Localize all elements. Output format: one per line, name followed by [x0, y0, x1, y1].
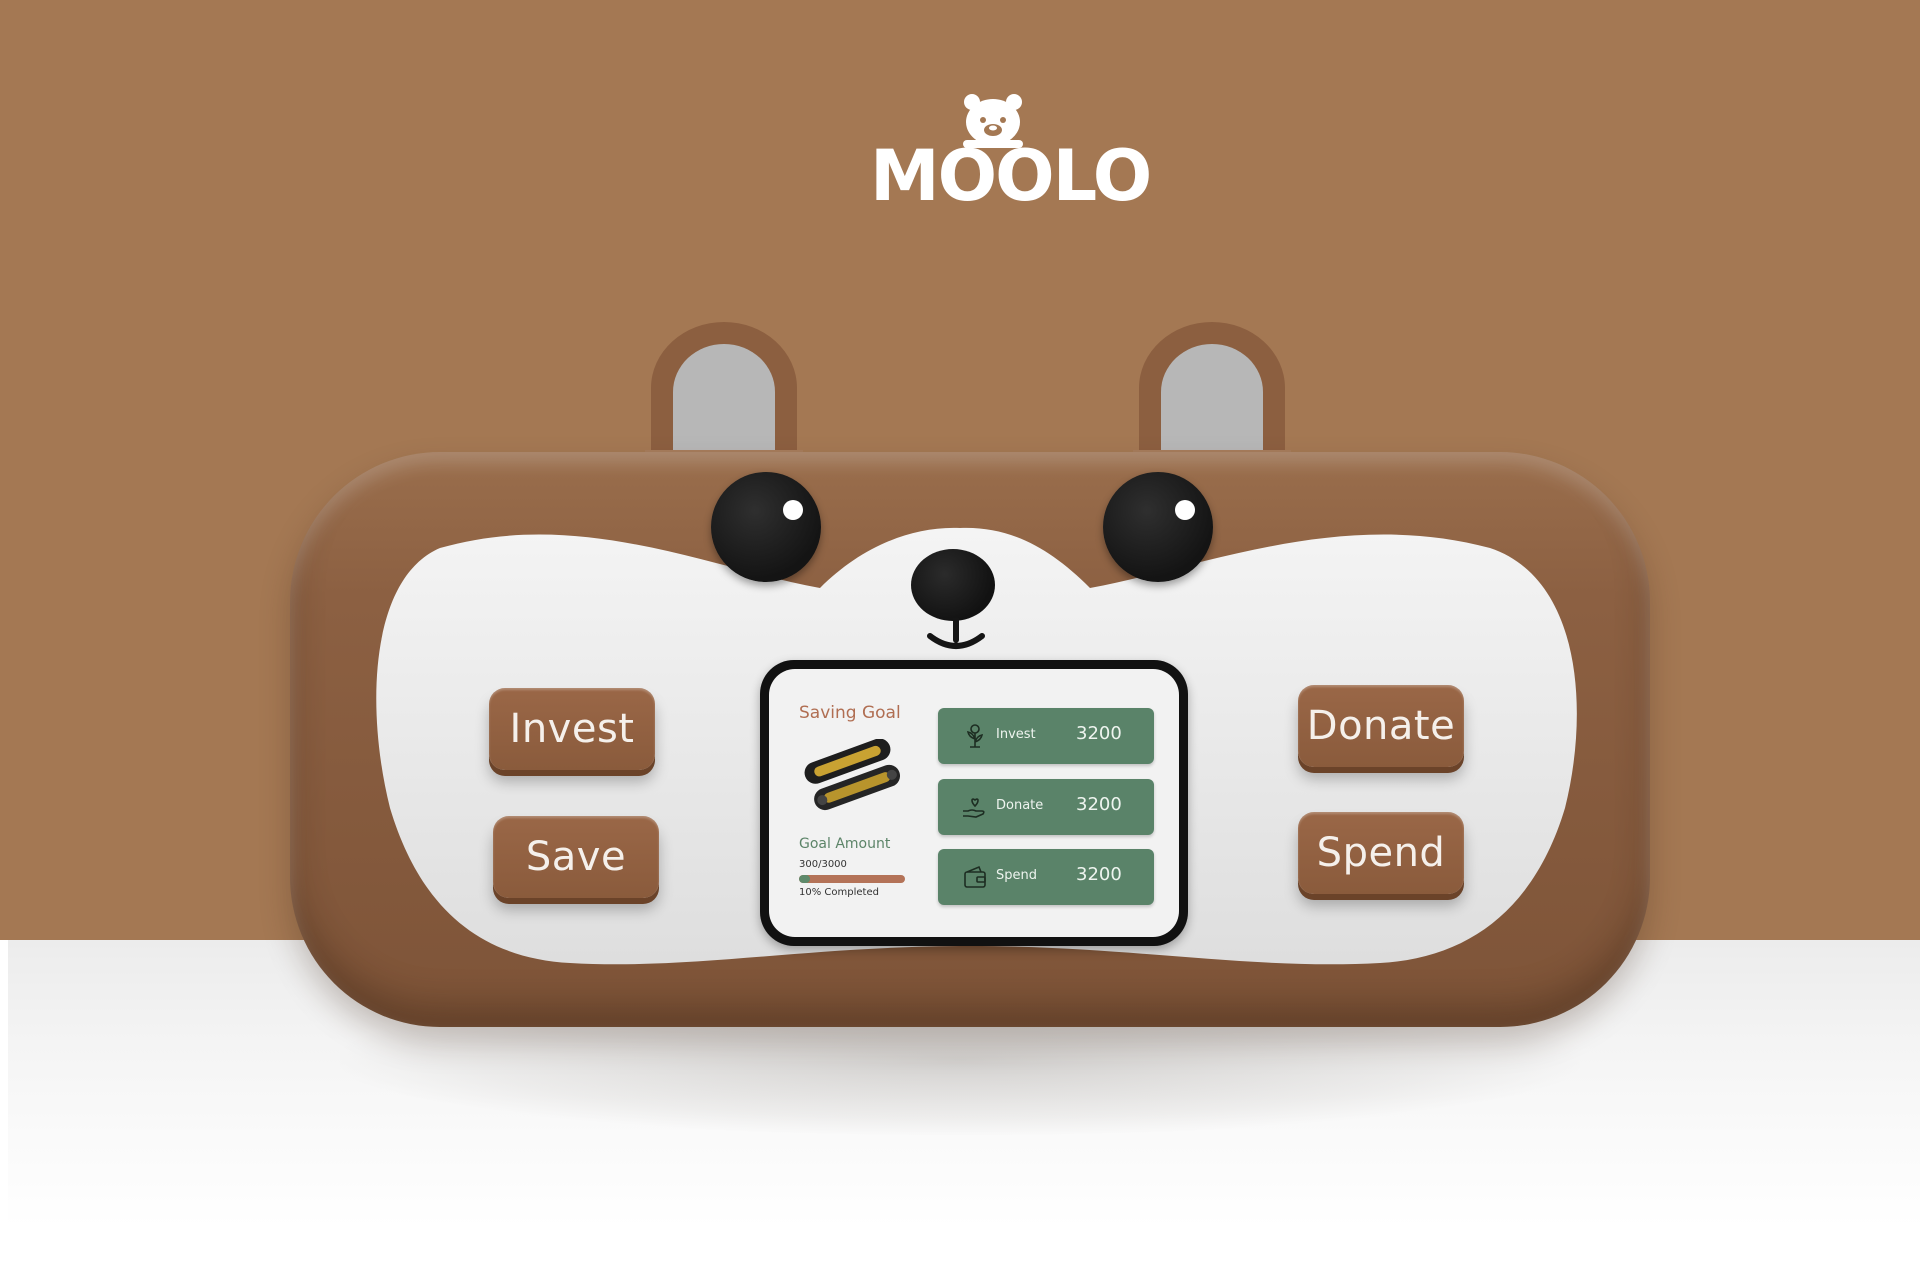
- invest-card-label: Invest: [996, 727, 1036, 742]
- goal-progress-bar: [799, 875, 905, 883]
- donate-card[interactable]: Donate 3200: [938, 779, 1154, 835]
- device-screen: Saving Goal Goal Amount 300/3000 10% Com…: [760, 660, 1188, 946]
- saving-goal-title: Saving Goal: [799, 703, 901, 723]
- progress-label: 10% Completed: [799, 887, 879, 898]
- moolo-logo: MOOLO: [870, 92, 1152, 218]
- spend-card[interactable]: Spend 3200: [938, 849, 1154, 905]
- goal-progress-fill: [799, 875, 810, 883]
- skateboard-goal-image: [804, 739, 901, 811]
- left-eye: [711, 472, 821, 582]
- donate-card-label: Donate: [996, 798, 1044, 813]
- invest-card-value: 3200: [1076, 723, 1122, 744]
- logo-wordmark: MOOLO: [870, 135, 1152, 217]
- eye-glint: [783, 500, 803, 520]
- heart-hand-icon: [963, 798, 985, 818]
- save-button[interactable]: Save: [493, 816, 659, 898]
- eye-glint: [1175, 500, 1195, 520]
- nose: [911, 549, 995, 621]
- goal-amount-title: Goal Amount: [799, 836, 891, 852]
- wallet-icon: [964, 865, 986, 888]
- plant-coin-icon: [966, 724, 984, 748]
- mouth: [927, 618, 985, 649]
- donate-card-value: 3200: [1076, 794, 1122, 815]
- right-eye: [1103, 472, 1213, 582]
- spend-button[interactable]: Spend: [1298, 812, 1464, 894]
- goal-amount-value: 300/3000: [799, 859, 847, 870]
- spend-card-value: 3200: [1076, 864, 1122, 885]
- invest-card[interactable]: Invest 3200: [938, 708, 1154, 764]
- screen-display: Saving Goal Goal Amount 300/3000 10% Com…: [769, 669, 1179, 937]
- donate-button[interactable]: Donate: [1298, 685, 1464, 767]
- spend-card-label: Spend: [996, 868, 1037, 883]
- invest-button[interactable]: Invest: [489, 688, 655, 770]
